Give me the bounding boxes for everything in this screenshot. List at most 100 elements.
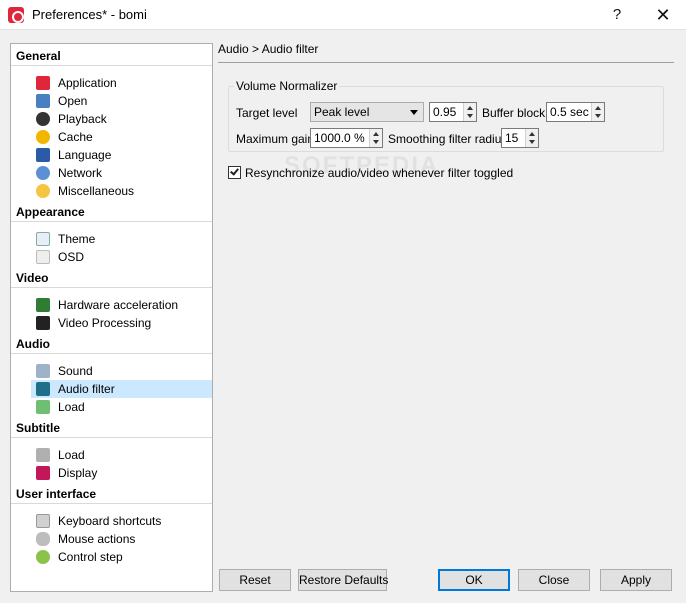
- group-general[interactable]: General: [11, 46, 212, 66]
- target-level-value: Peak level: [314, 105, 370, 119]
- sidebar-item-audio-filter[interactable]: Audio filter: [31, 380, 212, 398]
- sidebar-item-hardware-acceleration[interactable]: Hardware acceleration: [31, 296, 212, 314]
- display-icon: [36, 466, 50, 480]
- open-icon: [36, 94, 50, 108]
- sidebar-item-label: Mouse actions: [58, 532, 136, 546]
- breadcrumb-divider: [218, 62, 674, 63]
- spin-buttons[interactable]: [525, 129, 538, 147]
- maximum-gain-spinbox[interactable]: 1000.0 %: [310, 128, 383, 148]
- sidebar-item-display[interactable]: Display: [31, 464, 212, 482]
- sidebar-item-label: Theme: [58, 232, 96, 246]
- sidebar-item-playback[interactable]: Playback: [31, 110, 212, 128]
- video-processing-icon: [36, 316, 50, 330]
- language-icon: [36, 148, 50, 162]
- help-button[interactable]: ?: [594, 0, 640, 30]
- sidebar-item-sound[interactable]: Sound: [31, 362, 212, 380]
- window-title: Preferences* - bomi: [32, 7, 147, 22]
- sidebar-item-label: Cache: [58, 130, 93, 144]
- close-window-button[interactable]: ✕: [640, 0, 686, 30]
- sidebar-item-label: Keyboard shortcuts: [58, 514, 162, 528]
- watermark: SOFTPEDIA: [284, 152, 440, 179]
- group-user-interface[interactable]: User interface: [11, 484, 212, 504]
- sidebar-item-theme[interactable]: Theme: [31, 230, 212, 248]
- sidebar-item-label: Language: [58, 148, 112, 162]
- ok-button[interactable]: OK: [438, 569, 510, 591]
- chevron-down-icon: [410, 110, 418, 115]
- smoothing-filter-radius-spinbox[interactable]: 15: [501, 128, 539, 148]
- breadcrumb: Audio > Audio filter: [218, 42, 319, 56]
- network-icon: [36, 166, 50, 180]
- sidebar-item-label: Open: [58, 94, 88, 108]
- sidebar-item-label: OSD: [58, 250, 85, 264]
- sidebar-item-label: Sound: [58, 364, 93, 378]
- group-subtitle[interactable]: Subtitle: [11, 418, 212, 438]
- audio-load-icon: [36, 400, 50, 414]
- reset-button[interactable]: Reset: [219, 569, 291, 591]
- audio-filter-icon: [36, 382, 50, 396]
- bomi-app-icon: [8, 7, 24, 23]
- resync-checkbox[interactable]: [228, 166, 241, 179]
- spin-down-icon: [529, 140, 535, 144]
- sidebar-item-label: Display: [58, 466, 98, 480]
- spin-up-icon: [595, 106, 601, 110]
- sidebar-item-label: Hardware acceleration: [58, 298, 179, 312]
- spin-down-icon: [373, 140, 379, 144]
- close-button[interactable]: Close: [518, 569, 590, 591]
- spin-down-icon: [467, 114, 473, 118]
- sidebar-item-label: Video Processing: [58, 316, 152, 330]
- smoothing-filter-radius-label: Smoothing filter radius: [388, 132, 508, 146]
- spin-up-icon: [529, 132, 535, 136]
- sound-icon: [36, 364, 50, 378]
- apply-button[interactable]: Apply: [600, 569, 672, 591]
- buffer-block-spinbox[interactable]: 0.5 sec: [546, 102, 605, 122]
- keyboard-icon: [36, 514, 50, 528]
- sidebar-item-label: Network: [58, 166, 103, 180]
- sidebar-item-open[interactable]: Open: [31, 92, 212, 110]
- mouse-icon: [36, 532, 50, 546]
- spin-buttons[interactable]: [463, 103, 476, 121]
- sidebar-item-label: Miscellaneous: [58, 184, 135, 198]
- sidebar-item-video-processing[interactable]: Video Processing: [31, 314, 212, 332]
- theme-icon: [36, 232, 50, 246]
- target-level-spinbox[interactable]: 0.95: [429, 102, 477, 122]
- maximum-gain-value: 1000.0 %: [314, 131, 365, 145]
- group-appearance[interactable]: Appearance: [11, 202, 212, 222]
- sidebar-item-network[interactable]: Network: [31, 164, 212, 182]
- target-level-number: 0.95: [433, 105, 457, 119]
- subtitle-load-icon: [36, 448, 50, 462]
- title-bar: Preferences* - bomi ? ✕: [0, 0, 686, 30]
- spin-up-icon: [373, 132, 379, 136]
- sidebar-item-label: Application: [58, 76, 117, 90]
- sidebar-item-keyboard-shortcuts[interactable]: Keyboard shortcuts: [31, 512, 212, 530]
- restore-defaults-button[interactable]: Restore Defaults: [298, 569, 388, 591]
- sidebar-item-cache[interactable]: Cache: [31, 128, 212, 146]
- sidebar-item-label: Load: [58, 400, 85, 414]
- preferences-sidebar: General Application Open Playback Cache …: [10, 43, 213, 592]
- maximum-gain-label: Maximum gain: [236, 132, 315, 146]
- group-video[interactable]: Video: [11, 268, 212, 288]
- miscellaneous-icon: [36, 184, 50, 198]
- sidebar-item-language[interactable]: Language: [31, 146, 212, 164]
- hardware-acceleration-icon: [36, 298, 50, 312]
- target-level-select[interactable]: Peak level: [310, 102, 424, 122]
- checkmark-icon: [230, 166, 239, 176]
- target-level-label: Target level: [236, 106, 298, 120]
- sidebar-item-miscellaneous[interactable]: Miscellaneous: [31, 182, 212, 200]
- sidebar-item-label: Playback: [58, 112, 107, 126]
- sidebar-item-subtitle-load[interactable]: Load: [31, 446, 212, 464]
- sidebar-item-application[interactable]: Application: [31, 74, 212, 92]
- spin-up-icon: [467, 106, 473, 110]
- sidebar-item-osd[interactable]: OSD: [31, 248, 212, 266]
- sidebar-item-mouse-actions[interactable]: Mouse actions: [31, 530, 212, 548]
- sidebar-item-label: Control step: [58, 550, 123, 564]
- group-audio[interactable]: Audio: [11, 334, 212, 354]
- spin-buttons[interactable]: [591, 103, 604, 121]
- buffer-block-value: 0.5 sec: [550, 105, 589, 119]
- sidebar-item-audio-load[interactable]: Load: [31, 398, 212, 416]
- osd-icon: [36, 250, 50, 264]
- cache-icon: [36, 130, 50, 144]
- spin-buttons[interactable]: [369, 129, 382, 147]
- control-step-icon: [36, 550, 50, 564]
- buffer-block-label: Buffer block: [482, 106, 546, 120]
- sidebar-item-control-step[interactable]: Control step: [31, 548, 212, 566]
